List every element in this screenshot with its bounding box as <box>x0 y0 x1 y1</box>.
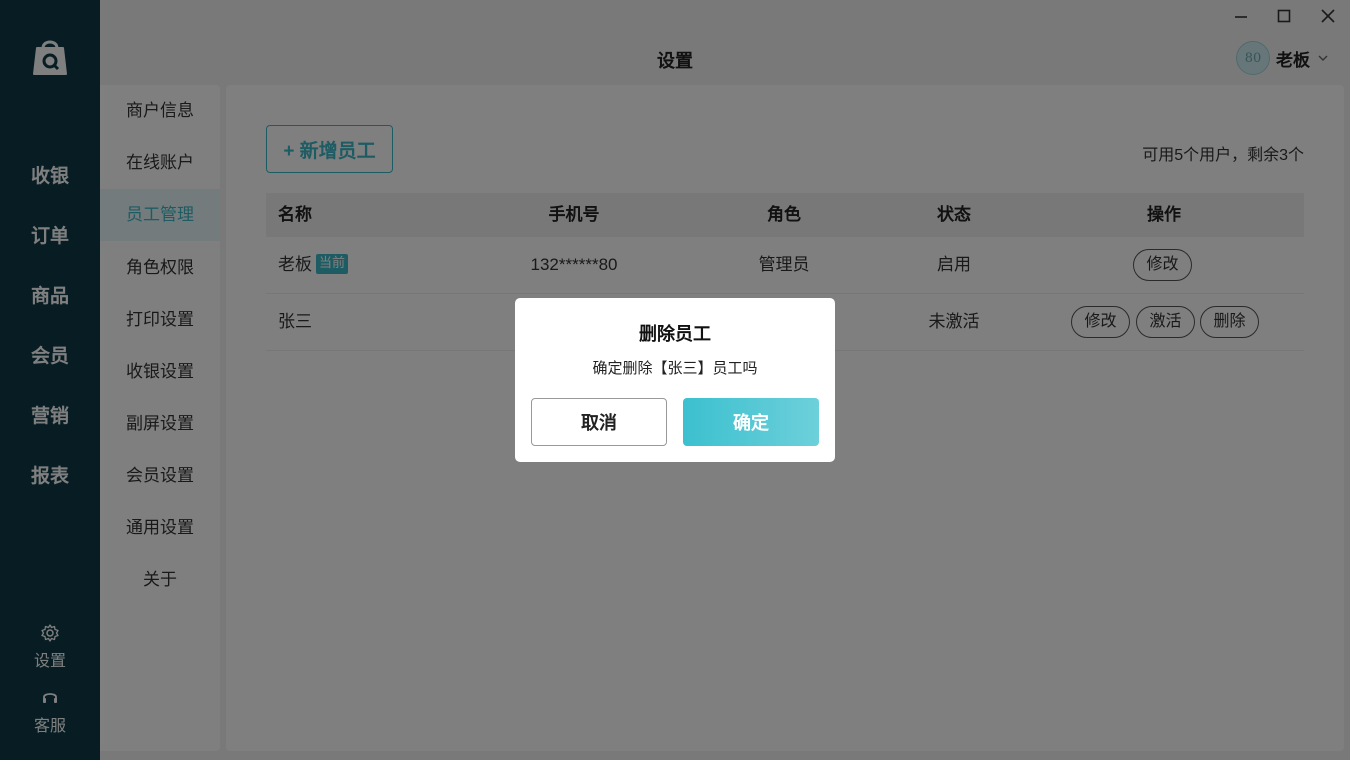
delete-staff-dialog: 删除员工 确定删除【张三】员工吗 取消 确定 <box>515 298 835 462</box>
dialog-message: 确定删除【张三】员工吗 <box>592 360 758 377</box>
dialog-title: 删除员工 <box>639 324 711 344</box>
cancel-button[interactable]: 取消 <box>531 398 667 446</box>
confirm-button[interactable]: 确定 <box>683 398 819 446</box>
